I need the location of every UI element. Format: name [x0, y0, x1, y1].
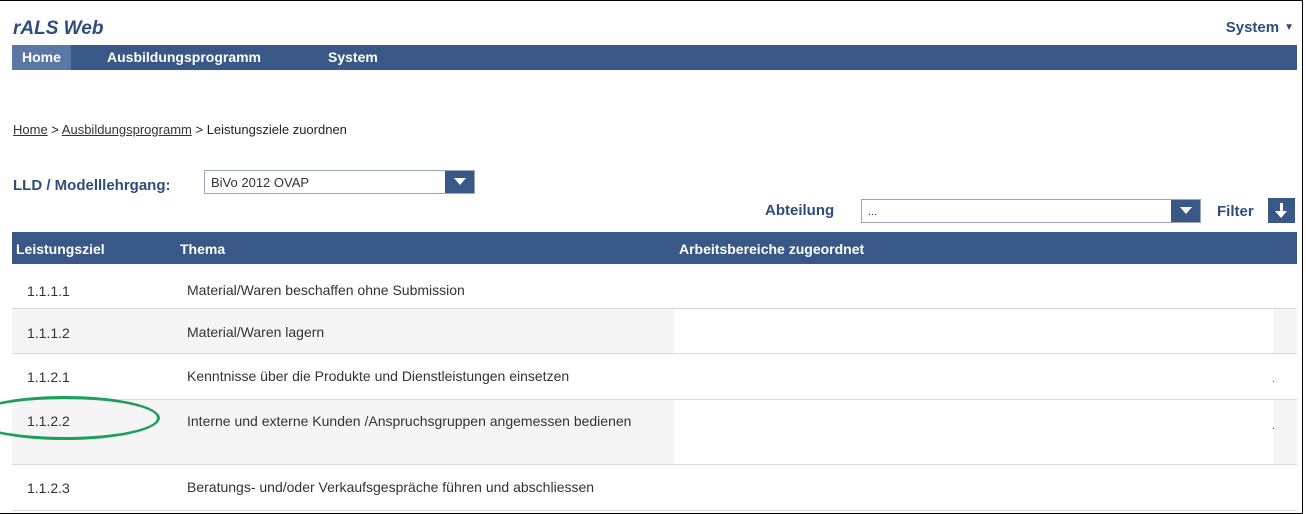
filter-label[interactable]: Filter	[1217, 203, 1254, 220]
arbeitsbereiche-cell	[674, 264, 1273, 308]
row-marker: .	[1272, 373, 1276, 385]
thema-cell: Beratungs- und/oder Verkaufsgespräche fü…	[187, 479, 595, 495]
column-header-arbeitsbereiche[interactable]: Arbeitsbereiche zugeordnet	[679, 241, 864, 257]
arbeitsbereiche-cell	[674, 354, 1273, 399]
lld-select[interactable]: BiVo 2012 OVAP	[204, 170, 475, 194]
table-header: Leistungsziel Thema Arbeitsbereiche zuge…	[12, 232, 1297, 264]
table-row[interactable]: 1.1.1.2 Material/Waren lagern	[12, 309, 1297, 354]
arbeitsbereiche-cell	[674, 465, 1273, 510]
table-row[interactable]: 1.1.2.1 Kenntnisse über die Produkte und…	[12, 354, 1297, 400]
column-header-leistungsziel[interactable]: Leistungsziel	[16, 241, 105, 257]
table-row[interactable]: 1.1.2.3 Beratungs- und/oder Verkaufsgesp…	[12, 465, 1297, 511]
nav-ausbildungsprogramm[interactable]: Ausbildungsprogramm	[107, 45, 261, 70]
nav-home[interactable]: Home	[12, 45, 71, 70]
arbeitsbereiche-cell	[674, 309, 1273, 353]
dropdown-arrow-icon[interactable]	[1171, 200, 1200, 222]
leistungsziel-cell: 1.1.2.3	[27, 480, 70, 496]
breadcrumb-current: Leistungsziele zuordnen	[206, 122, 347, 137]
system-menu[interactable]: System ▼	[1226, 19, 1294, 36]
breadcrumb-ausbildungsprogramm-link[interactable]: Ausbildungsprogramm	[62, 122, 192, 137]
leistungsziel-cell: 1.1.1.1	[27, 283, 70, 299]
breadcrumb-separator: >	[191, 122, 207, 137]
thema-cell: Material/Waren lagern	[187, 324, 325, 340]
arbeitsbereiche-cell	[674, 400, 1273, 464]
lld-label: LLD / Modelllehrgang:	[13, 177, 171, 194]
breadcrumb-separator: >	[47, 122, 62, 137]
thema-cell: Interne und externe Kunden /Anspruchsgru…	[187, 413, 632, 429]
main-navbar: Home Ausbildungsprogramm System	[12, 45, 1297, 70]
thema-cell: Material/Waren beschaffen ohne Submissio…	[187, 282, 465, 298]
row-marker: .	[1272, 420, 1276, 432]
lld-select-value: BiVo 2012 OVAP	[211, 175, 310, 190]
abteilung-select[interactable]: ...	[861, 199, 1201, 223]
app-title: rALS Web	[13, 18, 104, 39]
table-row[interactable]: 1.1.2.2 Interne und externe Kunden /Ansp…	[12, 400, 1297, 465]
nav-system[interactable]: System	[328, 45, 378, 70]
dropdown-arrow-icon[interactable]	[445, 171, 474, 193]
breadcrumb: Home > Ausbildungsprogramm > Leistungszi…	[13, 122, 347, 137]
column-header-thema[interactable]: Thema	[180, 241, 225, 257]
filter-download-icon[interactable]	[1268, 198, 1295, 223]
abteilung-select-value: ...	[868, 206, 878, 218]
system-menu-label: System	[1225, 19, 1280, 36]
abteilung-label: Abteilung	[765, 202, 835, 219]
thema-cell: Kenntnisse über die Produkte und Dienstl…	[187, 368, 570, 384]
leistungsziel-cell: 1.1.2.1	[27, 369, 70, 385]
chevron-down-icon: ▼	[1284, 22, 1294, 33]
breadcrumb-home-link[interactable]: Home	[13, 122, 48, 137]
table-row[interactable]: 1.1.1.1 Material/Waren beschaffen ohne S…	[12, 264, 1297, 309]
leistungsziel-cell: 1.1.1.2	[27, 325, 70, 341]
